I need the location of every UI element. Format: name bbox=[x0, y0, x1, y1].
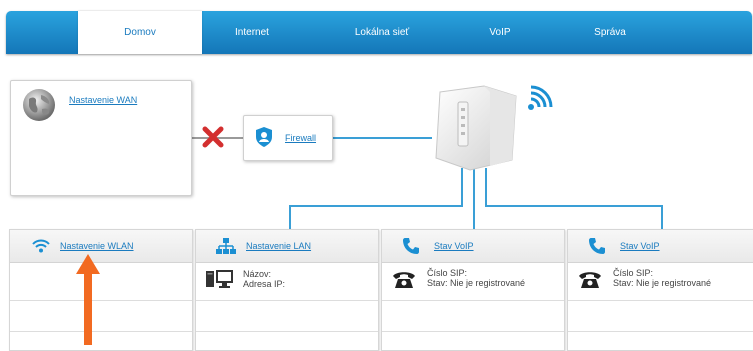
voip-info-1: Číslo SIP: Stav: Nie je registrované bbox=[427, 268, 525, 288]
wan-settings-link[interactable]: Nastavenie WAN bbox=[69, 95, 137, 105]
voip-status-link-1[interactable]: Stav VoIP bbox=[434, 241, 474, 251]
globe-icon bbox=[23, 89, 55, 121]
phone-icon bbox=[589, 238, 605, 254]
voip-panel-1-header: Stav VoIP bbox=[382, 230, 564, 263]
red-x-icon bbox=[202, 126, 224, 148]
telephone-icon bbox=[579, 272, 601, 288]
voip-state-label: Stav: Nie je registrované bbox=[427, 278, 526, 288]
panel-divider bbox=[568, 331, 753, 332]
lan-info: Názov: Adresa IP: bbox=[243, 269, 285, 289]
voip-state-label: Stav: Nie je registrované bbox=[613, 278, 712, 288]
wlan-settings-link[interactable]: Nastavenie WLAN bbox=[60, 241, 134, 251]
lan-settings-link[interactable]: Nastavenie LAN bbox=[246, 241, 311, 251]
sip-number-label: Číslo SIP: bbox=[613, 268, 654, 278]
phone-icon bbox=[403, 238, 419, 254]
sip-number-label: Číslo SIP: bbox=[427, 268, 468, 278]
voip-panel-2-header: Stav VoIP bbox=[568, 230, 753, 263]
wifi-signal-icon bbox=[528, 85, 553, 110]
voip-panel-1: Stav VoIP Číslo SIP: Stav: Nie je regist… bbox=[381, 229, 565, 351]
panel-divider bbox=[196, 331, 378, 332]
telephone-icon bbox=[393, 272, 415, 288]
lan-name-label: Názov: bbox=[243, 269, 272, 279]
shield-icon bbox=[256, 127, 272, 147]
lan-ip-label: Adresa IP: bbox=[243, 279, 286, 289]
wan-box: Nastavenie WAN bbox=[10, 80, 192, 196]
panel-divider bbox=[382, 331, 564, 332]
wifi-icon bbox=[32, 239, 50, 253]
firewall-link[interactable]: Firewall bbox=[285, 133, 316, 143]
voip-status-link-2[interactable]: Stav VoIP bbox=[620, 241, 660, 251]
voip-panel-2: Stav VoIP Číslo SIP: Stav: Nie je regist… bbox=[567, 229, 753, 351]
lan-panel: Nastavenie LAN Názov: Adresa IP: bbox=[195, 229, 379, 351]
computer-icon bbox=[206, 270, 233, 288]
panel-divider bbox=[568, 300, 753, 301]
network-icon bbox=[216, 238, 236, 254]
voip-info-2: Číslo SIP: Stav: Nie je registrované bbox=[613, 268, 711, 288]
annotation-arrow-icon bbox=[76, 254, 100, 345]
firewall-box: Firewall bbox=[243, 115, 333, 161]
lan-panel-header: Nastavenie LAN bbox=[196, 230, 378, 263]
router-icon bbox=[435, 85, 517, 171]
panel-divider bbox=[196, 300, 378, 301]
panel-divider bbox=[382, 300, 564, 301]
